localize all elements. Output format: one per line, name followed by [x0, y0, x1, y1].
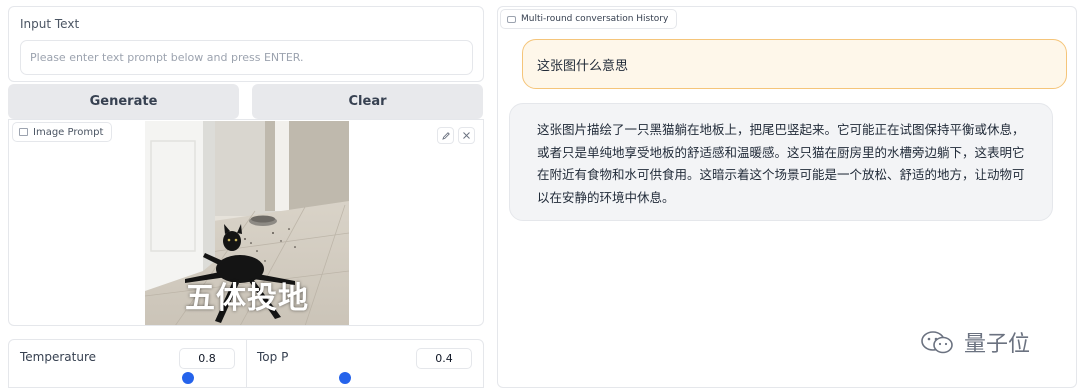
close-icon[interactable] — [458, 127, 475, 144]
temperature-value-input[interactable]: 0.8 — [179, 348, 235, 369]
wechat-logo-icon — [921, 331, 953, 354]
parameters-panel: Temperature 0.8 Top P 0.4 — [8, 339, 484, 388]
chat-history-tag: Multi-round conversation History — [500, 9, 678, 29]
assistant-message: 这张图片描绘了一只黑猫躺在地板上，把尾巴竖起来。它可能正在试图保持平衡或休息，或… — [509, 103, 1053, 221]
temperature-label: Temperature — [20, 350, 97, 364]
temperature-slider-handle[interactable] — [182, 372, 194, 384]
input-text-label: Input Text — [20, 17, 80, 31]
image-prompt-panel[interactable]: Image Prompt 五体投地 — [8, 119, 484, 326]
top-p-value-input[interactable]: 0.4 — [416, 348, 472, 369]
text-prompt-input[interactable]: Please enter text prompt below and press… — [20, 40, 473, 75]
generate-button[interactable]: Generate — [8, 84, 239, 119]
param-divider — [246, 340, 247, 388]
cat-photo: 五体投地 — [145, 121, 349, 325]
image-actions — [437, 127, 475, 144]
image-prompt-label: Image Prompt — [33, 126, 104, 138]
image-caption: 五体投地 — [185, 281, 309, 316]
chat-icon — [507, 15, 516, 23]
chat-history-label: Multi-round conversation History — [521, 14, 669, 24]
clear-button[interactable]: Clear — [252, 84, 483, 119]
app-root: Input Text Please enter text prompt belo… — [0, 0, 1080, 388]
image-icon — [19, 128, 28, 136]
input-text-panel: Input Text Please enter text prompt belo… — [8, 6, 484, 82]
pencil-icon[interactable] — [437, 127, 454, 144]
watermark: 量子位 — [918, 326, 1030, 358]
image-prompt-tag: Image Prompt — [12, 122, 113, 142]
user-message: 这张图什么意思 — [522, 39, 1067, 89]
top-p-slider-handle[interactable] — [339, 372, 351, 384]
watermark-text: 量子位 — [964, 332, 1031, 357]
top-p-label: Top P — [257, 350, 289, 364]
